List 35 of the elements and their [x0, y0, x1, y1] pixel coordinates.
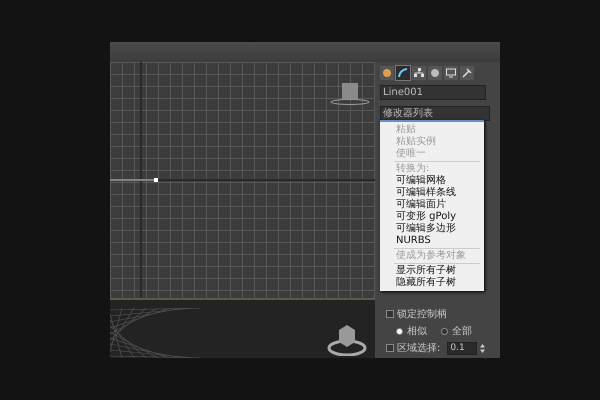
menu-item[interactable]: 可编辑样条线 — [380, 187, 484, 199]
spinner-field[interactable]: 0.1 — [447, 342, 478, 354]
circle-icon — [430, 68, 440, 78]
panel-tab[interactable] — [380, 66, 394, 80]
hierarchy-icon — [414, 68, 424, 78]
spline-line-drawing — [110, 177, 158, 183]
modifier-list-dropdown[interactable]: 修改器列表 — [380, 106, 490, 121]
menu-item[interactable]: 可编辑面片 — [380, 199, 484, 211]
monitor-icon — [446, 68, 456, 78]
checkbox-label: 锁定控制柄 — [397, 308, 447, 321]
menu-item[interactable]: 可变形 gPoly — [380, 211, 484, 223]
menu-item[interactable]: 可编辑多边形 — [380, 223, 484, 235]
panel-tab[interactable] — [396, 66, 410, 80]
viewcube-icon[interactable] — [330, 82, 370, 106]
panel-tab[interactable] — [412, 66, 426, 80]
checkbox-label: 区域选择: — [397, 342, 440, 355]
panel-tab[interactable] — [460, 66, 474, 80]
radio-button[interactable] — [441, 328, 448, 334]
radio-button[interactable] — [396, 328, 403, 334]
panel-tab[interactable] — [444, 66, 458, 80]
curve-icon — [398, 68, 408, 78]
radio-label: 全部 — [452, 324, 472, 338]
menu-item[interactable]: NURBS — [380, 235, 484, 247]
spinner-arrows-icon[interactable] — [480, 344, 486, 352]
menu-item[interactable]: 隐藏所有子树 — [380, 277, 484, 289]
menu-item[interactable]: 可编辑网格 — [380, 175, 484, 187]
panel-tab[interactable] — [428, 66, 442, 80]
sphere-icon — [382, 68, 392, 78]
radio-label: 相似 — [407, 324, 427, 338]
menu-item[interactable]: 显示所有子树 — [380, 265, 484, 277]
checkbox[interactable] — [386, 344, 394, 352]
object-name-field[interactable]: Line001 — [380, 85, 486, 100]
hammer-icon — [462, 68, 472, 78]
perspective-viewport[interactable] — [110, 298, 375, 358]
checkbox[interactable] — [386, 310, 394, 318]
